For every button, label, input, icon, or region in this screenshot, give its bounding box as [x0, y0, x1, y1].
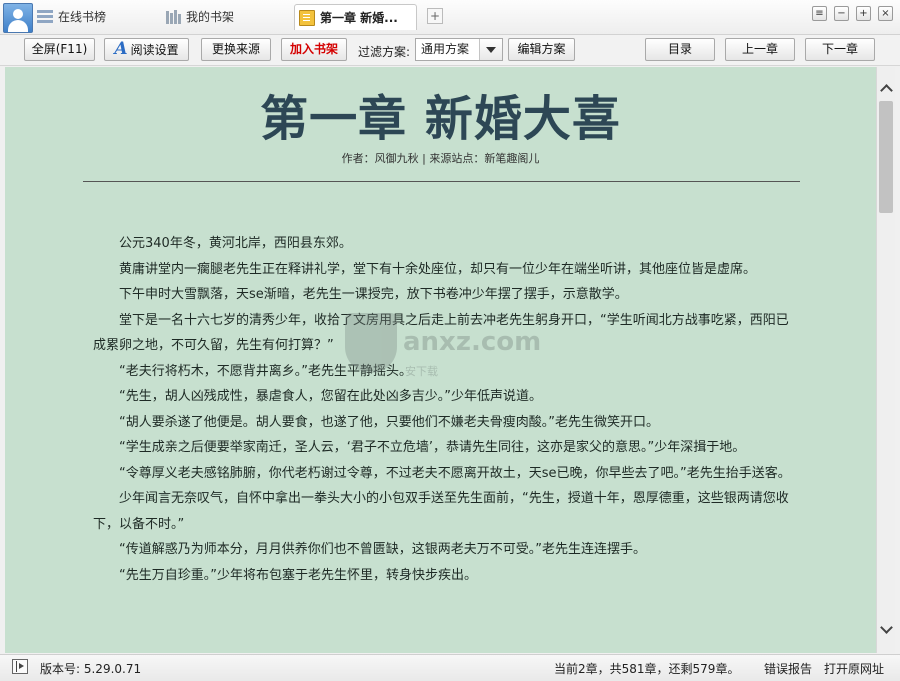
read-settings-button[interactable]: A 阅读设置 [104, 38, 189, 61]
skin-button[interactable]: ≡ [812, 6, 827, 21]
table-of-contents-button[interactable]: 目录 [645, 38, 715, 61]
chevron-down-icon[interactable] [479, 39, 502, 60]
filter-scheme-select[interactable]: 通用方案 [415, 38, 503, 61]
minimize-button[interactable]: − [834, 6, 849, 21]
read-settings-label: 阅读设置 [130, 43, 179, 57]
fullscreen-button[interactable]: 全屏(F11) [24, 38, 95, 61]
scroll-down-arrow-icon[interactable] [880, 623, 893, 636]
previous-chapter-button[interactable]: 上一章 [725, 38, 795, 61]
tab-my-bookshelf[interactable]: 我的书架 [165, 5, 285, 29]
filter-scheme-label: 过滤方案: [358, 45, 411, 59]
edit-scheme-button[interactable]: 编辑方案 [508, 38, 575, 61]
status-bar: 版本号: 5.29.0.71 当前2章，共581章，还剩579章。 错误报告 打… [0, 654, 900, 681]
sidebar-toggle-icon[interactable] [12, 659, 28, 674]
paragraph: 黄庸讲堂内一瘸腿老先生正在释讲礼学，堂下有十余处座位，却只有一位少年在端坐听讲，… [119, 261, 757, 277]
font-a-icon: A [114, 39, 128, 59]
paragraph: “学生成亲之后便要举家南迁，圣人云，‘君子不立危墙’，恭请先生同往，这亦是家父的… [119, 440, 746, 455]
tab-bar: 在线书榜 我的书架 第一章 新婚... + ≡ − + × [0, 0, 900, 35]
reading-pane[interactable]: 第一章 新婚大喜 作者：风御九秋 | 来源站点：新笔趣阁儿 公元340年冬，黄河… [5, 67, 876, 653]
filter-scheme-value: 通用方案 [421, 42, 470, 56]
scroll-thumb[interactable] [879, 101, 893, 213]
change-source-button[interactable]: 更换来源 [201, 38, 271, 61]
paragraph: 公元340年冬，黄河北岸，西阳县东郊。 [119, 236, 352, 251]
tab-label: 第一章 新婚... [320, 10, 398, 25]
tab-label: 在线书榜 [58, 10, 107, 24]
open-original-url-link[interactable]: 打开原网址 [824, 660, 884, 677]
shield-icon [345, 313, 397, 373]
book-icon [299, 9, 315, 26]
paragraph: “令尊厚义老夫感铭肺腑，你代老朽谢过令尊，不过老夫不愿离开故土，天se已晚，你早… [119, 465, 791, 481]
list-icon [37, 9, 53, 25]
paragraph: 下午申时大雪飘落，天se渐暗，老先生一课授完，放下书卷冲少年摆了摆手，示意散学。 [119, 287, 628, 302]
user-avatar-icon[interactable] [3, 3, 33, 33]
chapter-meta: 作者：风御九秋 | 来源站点：新笔趣阁儿 [341, 152, 540, 165]
toolbar: 全屏(F11) A 阅读设置 更换来源 加入书架 过滤方案: 通用方案 编辑方案 … [0, 35, 900, 66]
close-button[interactable]: × [878, 6, 893, 21]
paragraph: “胡人要杀遂了他便是。胡人要食，也遂了他，只要他们不嫌老夫骨瘦肉酸。”老先生微笑… [119, 414, 659, 430]
chapter-progress: 当前2章，共581章，还剩579章。 [554, 662, 740, 676]
error-report-link[interactable]: 错误报告 [764, 660, 812, 677]
chapter-title: 第一章 新婚大喜 [260, 91, 621, 147]
watermark-text: anxz.com [403, 327, 542, 357]
scroll-up-arrow-icon[interactable] [880, 81, 893, 94]
watermark-logo: anxz.com 安下载 [345, 307, 565, 397]
version-label: 版本号: 5.29.0.71 [40, 662, 142, 676]
tab-online-ranking[interactable]: 在线书榜 [37, 5, 157, 29]
title-divider [83, 181, 800, 182]
tab-current-chapter[interactable]: 第一章 新婚... [294, 4, 417, 30]
paragraph: “传道解惑乃为师本分，月月供养你们也不曾匮缺，这银两老夫万不可受。”老先生连连摆… [119, 542, 646, 557]
paragraph: “先生万自珍重。”少年将布包塞于老先生怀里，转身快步疾出。 [119, 567, 477, 583]
chapter-content: 公元340年冬，黄河北岸，西阳县东郊。 黄庸讲堂内一瘸腿老先生正在释讲礼学，堂下… [93, 231, 793, 588]
maximize-button[interactable]: + [856, 6, 871, 21]
watermark-subtext: 安下载 [405, 365, 438, 378]
next-chapter-button[interactable]: 下一章 [805, 38, 875, 61]
tab-label: 我的书架 [186, 10, 235, 24]
paragraph: 少年闻言无奈叹气，自怀中拿出一拳头大小的小包双手送至先生面前，“先生，授道十年，… [93, 491, 789, 532]
bookshelf-icon [165, 9, 181, 25]
vertical-scrollbar[interactable] [876, 67, 895, 653]
new-tab-button[interactable]: + [427, 8, 443, 24]
add-to-shelf-button[interactable]: 加入书架 [281, 38, 347, 61]
